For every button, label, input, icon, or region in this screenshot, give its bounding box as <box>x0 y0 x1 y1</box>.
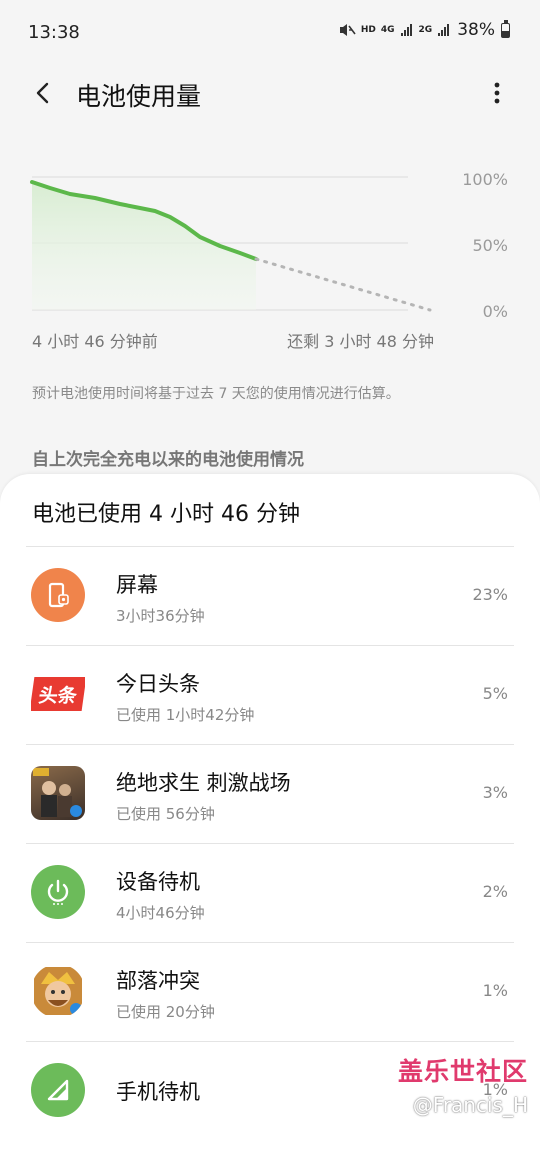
back-button[interactable] <box>26 76 60 110</box>
signal-bars-icon-1 <box>400 24 412 36</box>
usage-item-device-idle[interactable]: 设备待机 4小时46分钟 2% <box>26 843 514 942</box>
usage-item-percent: 1% <box>482 981 508 1000</box>
toutiao-logo-text: 头条 <box>37 684 79 707</box>
y-tick-0: 0% <box>482 302 508 321</box>
status-time: 13:38 <box>28 22 80 43</box>
network-2g: 2G <box>418 25 433 35</box>
prediction-line <box>254 257 432 312</box>
estimate-note: 预计电池使用时间将基于过去 7 天您的使用情况进行估算。 <box>32 386 400 402</box>
hd-indicator: HD <box>360 25 376 35</box>
usage-item-duration: 4小时46分钟 <box>116 904 205 922</box>
usage-item-percent: 23% <box>472 585 508 604</box>
usage-list: 屏幕 3小时36分钟 23% 头条 今日头条 已使用 1小时42分钟 5% 绝地… <box>0 546 540 1140</box>
usage-item-duration: 3小时36分钟 <box>116 607 205 625</box>
usage-item-duration: 已使用 56分钟 <box>116 805 215 823</box>
phone-screen-icon <box>31 568 85 622</box>
usage-item-duration: 已使用 20分钟 <box>116 1003 215 1021</box>
signal-bars-icon-2 <box>438 24 450 36</box>
usage-item-toutiao[interactable]: 头条 今日头条 已使用 1小时42分钟 5% <box>26 645 514 744</box>
more-vertical-icon <box>494 82 500 104</box>
usage-item-percent: 2% <box>482 882 508 901</box>
usage-item-percent: 3% <box>482 783 508 802</box>
app-bar: 电池使用量 <box>0 64 540 120</box>
y-tick-100: 100% <box>462 170 508 189</box>
signal-icon <box>31 1063 85 1117</box>
section-header: 自上次完全充电以来的电池使用情况 <box>32 450 304 470</box>
usage-item-screen[interactable]: 屏幕 3小时36分钟 23% <box>26 546 514 645</box>
usage-item-pubg[interactable]: 绝地求生 刺激战场 已使用 56分钟 3% <box>26 744 514 843</box>
network-4g: 4G <box>380 25 395 35</box>
clash-app-icon <box>31 964 85 1018</box>
battery-icon <box>501 19 510 38</box>
toutiao-logo: 头条 <box>31 667 85 721</box>
usage-item-clash[interactable]: 部落冲突 已使用 20分钟 1% <box>26 942 514 1041</box>
battery-usage-chart: 100% 50% 0% <box>0 160 540 330</box>
chart-remaining-label: 还剩 3 小时 48 分钟 <box>287 332 434 351</box>
page-title: 电池使用量 <box>76 82 202 111</box>
more-options-button[interactable] <box>480 76 514 110</box>
usage-item-duration: 已使用 1小时42分钟 <box>116 706 255 724</box>
battery-percent: 38% <box>457 20 495 40</box>
usage-item-name: 绝地求生 刺激战场 <box>116 771 291 795</box>
watermark-title: 盖乐世社区 <box>397 1057 528 1086</box>
usage-item-name: 部落冲突 <box>116 969 200 993</box>
watermark-user: @Francis_H <box>412 1093 528 1117</box>
usage-item-name: 设备待机 <box>116 870 200 894</box>
usage-total-title: 电池已使用 4 小时 46 分钟 <box>32 502 300 527</box>
usage-item-name: 手机待机 <box>116 1080 200 1104</box>
status-icons: HD 4G 2G <box>338 21 451 39</box>
chart-start-label: 4 小时 46 分钟前 <box>32 332 158 351</box>
usage-item-percent: 5% <box>482 684 508 703</box>
usage-item-name: 屏幕 <box>116 573 158 597</box>
usage-item-name: 今日头条 <box>116 672 200 696</box>
status-bar: 13:38 HD 4G 2G 38% <box>0 0 540 64</box>
pubg-app-icon <box>31 766 85 820</box>
chart-canvas <box>30 176 432 312</box>
mute-icon <box>339 24 356 36</box>
y-tick-50: 50% <box>472 236 508 255</box>
power-icon <box>31 865 85 919</box>
back-arrow-icon <box>36 82 49 104</box>
status-right: HD 4G 2G 38% <box>338 19 510 40</box>
